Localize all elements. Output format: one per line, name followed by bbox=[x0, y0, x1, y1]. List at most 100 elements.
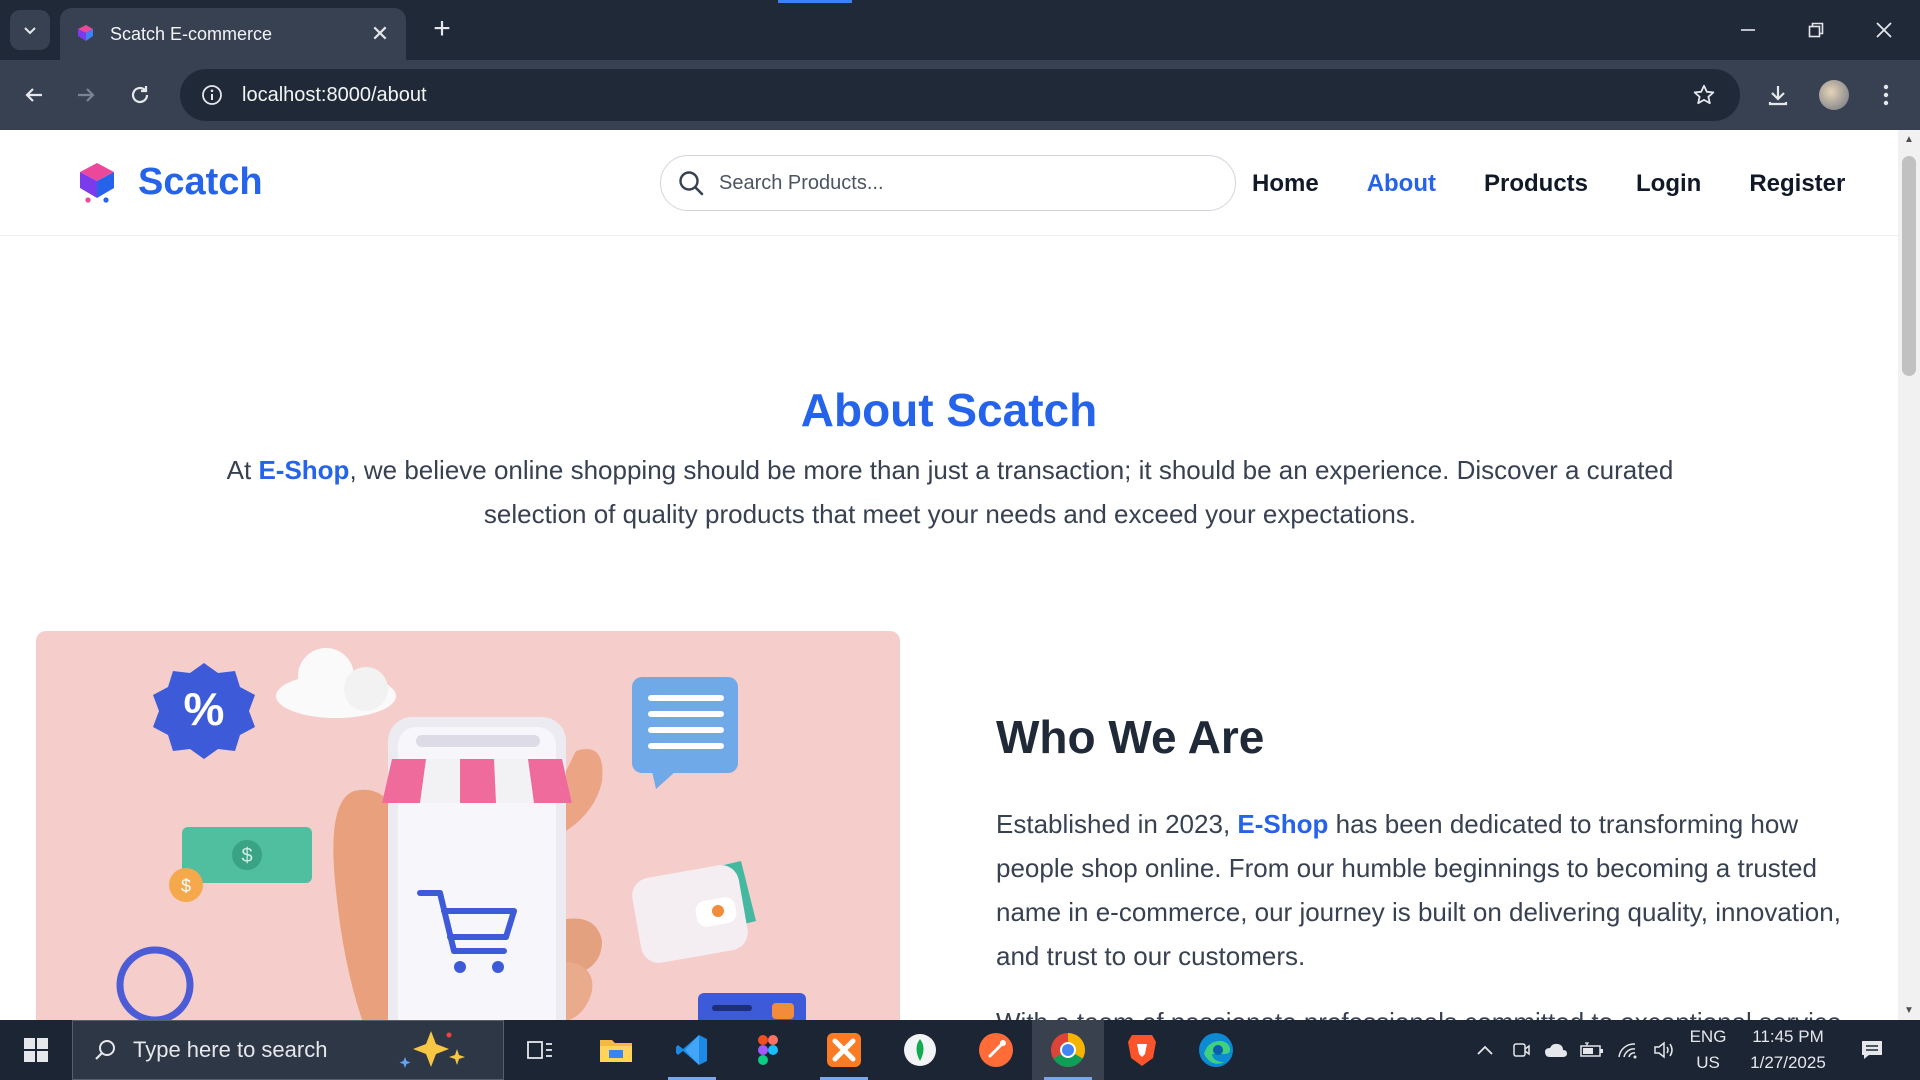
site-logo[interactable]: Scatch bbox=[76, 160, 263, 204]
folder-icon bbox=[600, 1040, 632, 1062]
intro-brand-highlight: E-Shop bbox=[258, 455, 350, 485]
tray-notifications[interactable] bbox=[1852, 1020, 1892, 1080]
speaker-icon bbox=[1654, 1041, 1673, 1059]
taskbar-vscode[interactable] bbox=[656, 1020, 728, 1080]
ring-icon bbox=[116, 946, 194, 1020]
clock-date: 1/27/2025 bbox=[1750, 1053, 1826, 1072]
discount-badge-icon: % bbox=[153, 663, 255, 759]
svg-text:$: $ bbox=[181, 876, 191, 896]
chat-bubble-icon bbox=[632, 677, 738, 789]
show-hidden-icons-button[interactable] bbox=[1470, 1020, 1500, 1080]
tray-network[interactable] bbox=[1612, 1020, 1644, 1080]
back-button[interactable] bbox=[14, 75, 54, 115]
task-view-button[interactable] bbox=[504, 1020, 576, 1080]
taskbar-mongodb-compass[interactable] bbox=[884, 1020, 956, 1080]
search-icon bbox=[95, 1040, 115, 1060]
page-viewport: Scatch Home About Products Login Registe… bbox=[0, 130, 1920, 1020]
who-prefix: Established in 2023, bbox=[996, 809, 1238, 839]
taskbar-chrome[interactable] bbox=[1032, 1020, 1104, 1080]
taskbar-edge[interactable] bbox=[1180, 1020, 1252, 1080]
restore-button[interactable] bbox=[1796, 10, 1836, 50]
tray-clock[interactable]: 11:45 PM 1/27/2025 bbox=[1738, 1020, 1838, 1080]
taskbar-search-placeholder: Type here to search bbox=[133, 1037, 328, 1062]
svg-text:%: % bbox=[184, 683, 225, 735]
mongodb-icon bbox=[904, 1034, 936, 1066]
profile-button[interactable] bbox=[1814, 75, 1854, 115]
shopping-illustration: % $ $ bbox=[36, 631, 900, 1020]
brand-name: Scatch bbox=[138, 160, 263, 203]
taskbar-postman[interactable] bbox=[960, 1020, 1032, 1080]
online-shopping-illustration: % $ $ bbox=[116, 648, 806, 1020]
search-icon bbox=[679, 171, 704, 196]
tray-language[interactable]: ENG US bbox=[1686, 1020, 1730, 1080]
taskbar-xampp[interactable] bbox=[808, 1020, 880, 1080]
region-code: US bbox=[1696, 1053, 1720, 1072]
chrome-icon bbox=[1051, 1033, 1085, 1067]
url-text[interactable]: localhost:8000/about bbox=[242, 84, 1678, 107]
product-search[interactable] bbox=[660, 155, 1236, 211]
brave-icon bbox=[1128, 1035, 1156, 1066]
forward-button[interactable] bbox=[66, 75, 106, 115]
close-tab-icon[interactable]: ✕ bbox=[368, 21, 392, 47]
start-button[interactable] bbox=[0, 1020, 72, 1080]
scroll-thumb[interactable] bbox=[1902, 156, 1916, 376]
nav-about[interactable]: About bbox=[1367, 170, 1436, 198]
taskbar-figma[interactable] bbox=[732, 1020, 804, 1080]
nav-products[interactable]: Products bbox=[1484, 170, 1588, 198]
browser-tab-active[interactable]: Scatch E-commerce ✕ bbox=[60, 8, 406, 60]
wallet-icon bbox=[632, 861, 756, 963]
about-intro: At E-Shop, we believe online shopping sh… bbox=[190, 448, 1710, 536]
tab-strip-indicator bbox=[778, 0, 852, 3]
close-icon bbox=[1876, 22, 1892, 38]
browser-menu-button[interactable] bbox=[1866, 75, 1906, 115]
tray-battery[interactable] bbox=[1576, 1020, 1608, 1080]
nav-home[interactable]: Home bbox=[1252, 170, 1319, 198]
meet-now-icon bbox=[1513, 1043, 1530, 1057]
search-input[interactable] bbox=[719, 171, 1199, 195]
svg-text:$: $ bbox=[241, 845, 252, 867]
browser-toolbar: localhost:8000/about bbox=[0, 60, 1920, 130]
page-scrollbar[interactable]: ▲ ▼ bbox=[1898, 130, 1920, 1020]
taskbar-file-explorer[interactable] bbox=[580, 1020, 652, 1080]
restore-icon bbox=[1808, 22, 1824, 38]
scroll-up-arrow-icon[interactable]: ▲ bbox=[1903, 134, 1915, 145]
download-icon bbox=[1768, 86, 1788, 106]
scroll-down-arrow-icon[interactable]: ▼ bbox=[1903, 1005, 1915, 1016]
address-bar[interactable]: localhost:8000/about bbox=[180, 69, 1740, 121]
tray-volume[interactable] bbox=[1648, 1020, 1680, 1080]
battery-icon bbox=[1580, 1042, 1603, 1057]
xampp-icon bbox=[827, 1033, 861, 1067]
close-window-button[interactable] bbox=[1864, 10, 1904, 50]
edge-icon bbox=[1199, 1033, 1233, 1067]
intro-text: , we believe online shopping should be m… bbox=[349, 455, 1674, 529]
taskbar-brave[interactable] bbox=[1106, 1020, 1178, 1080]
minimize-icon bbox=[1741, 29, 1755, 31]
new-tab-button[interactable]: + bbox=[424, 12, 460, 48]
smartphone-icon bbox=[382, 717, 572, 1020]
nav-login[interactable]: Login bbox=[1636, 170, 1701, 198]
who-we-are-paragraph-2: With a team of passionate professionals … bbox=[996, 1000, 1862, 1020]
who-we-are-paragraph: Established in 2023, E-Shop has been ded… bbox=[996, 802, 1862, 978]
reload-button[interactable] bbox=[120, 75, 160, 115]
credit-card-icon bbox=[698, 993, 806, 1020]
browser-tab-bar: Scatch E-commerce ✕ + bbox=[0, 0, 1920, 60]
taskbar-search[interactable]: Type here to search bbox=[72, 1020, 504, 1080]
who-brand-highlight: E-Shop bbox=[1237, 809, 1329, 839]
downloads-button[interactable] bbox=[1758, 75, 1798, 115]
tray-onedrive[interactable] bbox=[1540, 1020, 1572, 1080]
site-info-icon[interactable] bbox=[186, 69, 238, 121]
tray-meet-now[interactable] bbox=[1506, 1020, 1536, 1080]
section-title-who-we-are: Who We Are bbox=[996, 711, 1265, 763]
scatch-favicon-icon bbox=[78, 25, 93, 41]
bookmark-star-icon[interactable] bbox=[1678, 69, 1730, 121]
tab-search-button[interactable] bbox=[10, 10, 50, 50]
page-title: About Scatch bbox=[800, 384, 1098, 436]
nav-register[interactable]: Register bbox=[1749, 170, 1845, 198]
windows-logo-icon bbox=[24, 1038, 48, 1062]
cloud-icon bbox=[276, 648, 396, 718]
minimize-button[interactable] bbox=[1728, 10, 1768, 50]
avatar bbox=[1819, 80, 1849, 110]
language-code: ENG bbox=[1689, 1027, 1727, 1046]
cash-icon: $ $ bbox=[169, 827, 312, 902]
tab-title: Scatch E-commerce bbox=[110, 23, 273, 44]
